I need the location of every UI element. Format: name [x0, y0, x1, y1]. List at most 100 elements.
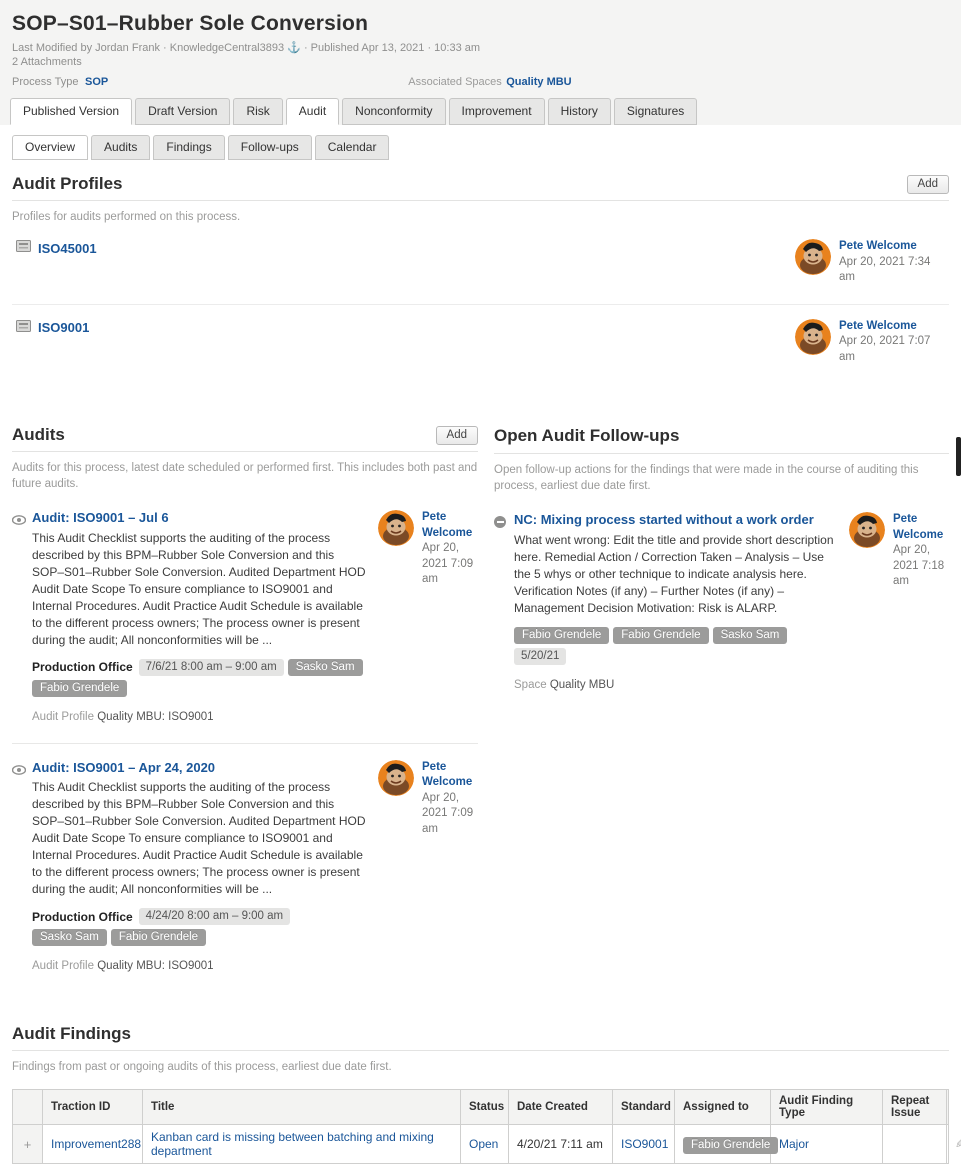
process-type-link[interactable]: SOP: [85, 76, 108, 88]
audit-link[interactable]: Audit: ISO9001 – Apr 24, 2020: [32, 760, 368, 776]
audit-profile-row-iso45001: ISO45001 Pete Welcome Apr 20, 2021 7:34 …: [12, 225, 949, 305]
audit-findings-description: Findings from past or ongoing audits of …: [12, 1059, 949, 1075]
person-badge[interactable]: Sasko Sam: [32, 929, 107, 946]
finding-title-link[interactable]: Kanban card is missing between batching …: [143, 1125, 461, 1164]
audits-section: Audits Add Audits for this process, late…: [12, 425, 478, 972]
avatar[interactable]: [849, 512, 885, 548]
space-value: Quality MBU: [550, 679, 615, 691]
byline: Last Modified by Jordan Frank · Knowledg…: [12, 41, 949, 54]
subtab-audits[interactable]: Audits: [91, 135, 150, 160]
avatar[interactable]: [378, 760, 414, 796]
audit-findings-section: Audit Findings Findings from past or ong…: [0, 1024, 961, 1164]
audit-entry: Audit: ISO9001 – Apr 24, 2020 This Audit…: [12, 743, 478, 972]
findings-table: Traction ID Title Status Date Created St…: [12, 1089, 949, 1164]
audit-profile-row-iso9001: ISO9001 Pete Welcome Apr 20, 2021 7:07 a…: [12, 305, 949, 384]
page-header: SOP–S01–Rubber Sole Conversion Last Modi…: [0, 0, 961, 125]
tab-audit[interactable]: Audit: [286, 98, 339, 125]
timestamp: Apr 20, 2021 7:09 am: [422, 541, 478, 588]
author-link[interactable]: Pete Welcome: [422, 760, 478, 791]
audit-subtabs: Overview Audits Findings Follow-ups Cale…: [0, 135, 961, 160]
author-link[interactable]: Pete Welcome: [839, 319, 945, 335]
watch-eye-icon[interactable]: [12, 510, 32, 722]
col-assigned-to[interactable]: Assigned to: [675, 1090, 771, 1125]
avatar[interactable]: [795, 319, 831, 355]
audit-profile-label: Audit Profile: [32, 711, 94, 723]
audit-profile-label: Audit Profile: [32, 960, 94, 972]
person-badge[interactable]: Fabio Grendele: [111, 929, 206, 946]
add-audit-profile-button[interactable]: Add: [907, 175, 949, 194]
audit-summary: This Audit Checklist supports the auditi…: [32, 779, 368, 898]
audit-profile-link[interactable]: ISO45001: [38, 241, 97, 256]
col-audit-finding-type[interactable]: Audit Finding Type: [771, 1090, 883, 1125]
audit-entry: Audit: ISO9001 – Jul 6 This Audit Checkl…: [12, 510, 478, 722]
tab-draft-version[interactable]: Draft Version: [135, 98, 230, 125]
col-date-created[interactable]: Date Created: [509, 1090, 613, 1125]
followup-entry: NC: Mixing process started without a wor…: [494, 512, 949, 690]
associated-spaces-link[interactable]: Quality MBU: [506, 76, 571, 88]
finding-row: + Improvement288 Kanban card is missing …: [13, 1125, 949, 1164]
tab-signatures[interactable]: Signatures: [614, 98, 697, 125]
tab-risk[interactable]: Risk: [233, 98, 282, 125]
subtab-follow-ups[interactable]: Follow-ups: [228, 135, 312, 160]
audit-schedule-badge: 7/6/21 8:00 am – 9:00 am: [139, 659, 284, 676]
col-title[interactable]: Title: [143, 1090, 461, 1125]
edit-pencil-icon[interactable]: ✎: [955, 1136, 961, 1152]
followups-description: Open follow-up actions for the findings …: [494, 462, 949, 494]
page-title: SOP–S01–Rubber Sole Conversion: [12, 12, 949, 36]
col-standard[interactable]: Standard: [613, 1090, 675, 1125]
timestamp: Apr 20, 2021 7:18 am: [893, 543, 949, 590]
finding-repeat-issue: [883, 1125, 947, 1164]
attachments-count[interactable]: 2 Attachments: [12, 56, 949, 68]
subtab-findings[interactable]: Findings: [153, 135, 224, 160]
minus-circle-icon[interactable]: [494, 512, 514, 690]
person-badge[interactable]: Sasko Sam: [288, 659, 363, 676]
author-link[interactable]: Pete Welcome: [422, 510, 478, 541]
timestamp: Apr 20, 2021 7:34 am: [839, 255, 945, 286]
col-traction-id[interactable]: Traction ID: [43, 1090, 143, 1125]
tab-nonconformity[interactable]: Nonconformity: [342, 98, 445, 125]
divider: [12, 451, 478, 452]
avatar[interactable]: [378, 510, 414, 546]
col-status[interactable]: Status: [461, 1090, 509, 1125]
audit-findings-heading: Audit Findings: [12, 1024, 131, 1044]
person-badge[interactable]: Fabio Grendele: [683, 1137, 778, 1154]
author-link[interactable]: Pete Welcome: [839, 239, 945, 255]
person-badge[interactable]: Fabio Grendele: [32, 680, 127, 697]
audits-heading: Audits: [12, 425, 65, 445]
tab-history[interactable]: History: [548, 98, 611, 125]
followup-summary: What went wrong: Edit the title and prov…: [514, 532, 839, 617]
finding-id-link[interactable]: Improvement288: [43, 1125, 143, 1164]
person-badge[interactable]: Fabio Grendele: [514, 627, 609, 644]
finding-date-created: 4/20/21 7:11 am: [509, 1125, 613, 1164]
audit-schedule-badge: 4/24/20 8:00 am – 9:00 am: [139, 908, 290, 925]
findings-header-row: Traction ID Title Status Date Created St…: [13, 1090, 949, 1125]
col-actions: [947, 1090, 949, 1125]
subtab-overview[interactable]: Overview: [12, 135, 88, 160]
anchor-icon[interactable]: ⚓: [287, 42, 304, 54]
tab-improvement[interactable]: Improvement: [449, 98, 545, 125]
finding-status-link[interactable]: Open: [461, 1125, 509, 1164]
audit-location: Production Office: [32, 910, 133, 924]
audit-summary: This Audit Checklist supports the auditi…: [32, 530, 368, 649]
audit-link[interactable]: Audit: ISO9001 – Jul 6: [32, 510, 368, 526]
person-badge[interactable]: Sasko Sam: [713, 627, 788, 644]
add-audit-button[interactable]: Add: [436, 426, 478, 445]
author-link[interactable]: Pete Welcome: [893, 512, 949, 543]
audit-profile-value: Quality MBU: ISO9001: [97, 711, 213, 723]
watch-eye-icon[interactable]: [12, 760, 32, 972]
row-drag-handle[interactable]: +: [13, 1125, 43, 1164]
tab-published-version[interactable]: Published Version: [10, 98, 132, 125]
person-badge[interactable]: Fabio Grendele: [613, 627, 708, 644]
space-label: Space: [514, 679, 547, 691]
avatar[interactable]: [795, 239, 831, 275]
scrollbar-thumb[interactable]: [956, 437, 961, 476]
finding-type-link[interactable]: Major: [771, 1125, 883, 1164]
col-repeat-issue[interactable]: Repeat Issue: [883, 1090, 947, 1125]
subtab-calendar[interactable]: Calendar: [315, 135, 390, 160]
audit-profiles-section: Audit Profiles Add Profiles for audits p…: [0, 174, 961, 383]
finding-edit-cell: ✎: [947, 1125, 949, 1164]
followup-link[interactable]: NC: Mixing process started without a wor…: [514, 512, 839, 528]
audit-profile-link[interactable]: ISO9001: [38, 320, 89, 335]
associated-spaces-label: Associated Spaces: [408, 76, 506, 88]
finding-standard-link[interactable]: ISO9001: [613, 1125, 675, 1164]
